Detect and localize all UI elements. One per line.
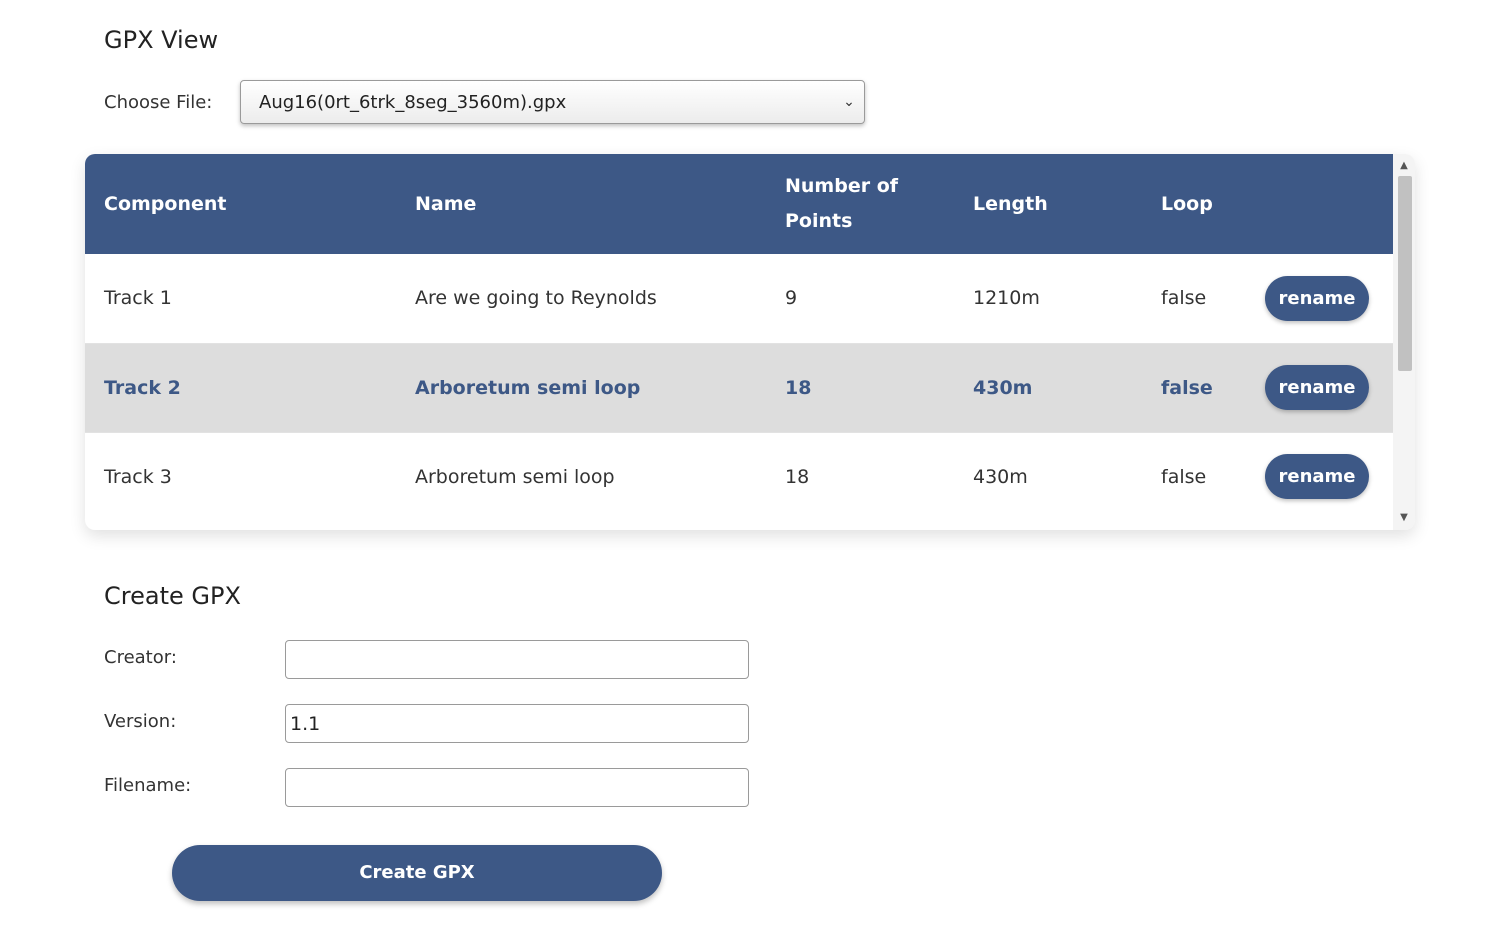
cell-points: 9 bbox=[785, 287, 798, 310]
rename-button[interactable]: rename bbox=[1265, 365, 1369, 410]
cell-component: Track 2 bbox=[104, 376, 181, 399]
selected-file-value: Aug16(0rt_6trk_8seg_3560m).gpx bbox=[259, 91, 567, 113]
header-length: Length bbox=[973, 192, 1048, 215]
rename-button[interactable]: rename bbox=[1265, 454, 1369, 499]
gpx-view-title: GPX View bbox=[104, 26, 219, 54]
filename-label: Filename: bbox=[104, 775, 192, 796]
header-loop: Loop bbox=[1161, 192, 1213, 215]
cell-name: Are we going to Reynolds bbox=[415, 287, 657, 310]
header-actions bbox=[1246, 154, 1393, 254]
cell-action: rename bbox=[1246, 343, 1393, 432]
rename-button[interactable]: rename bbox=[1265, 275, 1369, 321]
table-row[interactable]: Track 1 Are we going to Reynolds 9 1210m… bbox=[85, 254, 1393, 343]
cell-component: Track 3 bbox=[104, 465, 172, 488]
chevron-down-icon: ⌄ bbox=[843, 94, 855, 110]
cell-loop: false bbox=[1161, 376, 1213, 399]
header-points: Number of Points bbox=[766, 154, 954, 254]
scroll-thumb[interactable] bbox=[1398, 176, 1412, 371]
filename-input[interactable] bbox=[285, 768, 749, 807]
cell-length: 1210m bbox=[973, 287, 1040, 310]
header-component: Component bbox=[104, 192, 227, 215]
file-select[interactable]: Aug16(0rt_6trk_8seg_3560m).gpx ⌄ bbox=[240, 80, 865, 124]
create-gpx-button[interactable]: Create GPX bbox=[172, 845, 662, 901]
cell-points: 18 bbox=[785, 376, 812, 399]
cell-length: 430m bbox=[973, 465, 1028, 488]
cell-name: Arboretum semi loop bbox=[415, 465, 615, 488]
cell-loop: false bbox=[1161, 465, 1207, 488]
creator-input[interactable] bbox=[285, 640, 749, 679]
cell-action: rename bbox=[1246, 254, 1393, 343]
header-points-line1: Number of bbox=[785, 175, 899, 197]
cell-loop: false bbox=[1161, 287, 1207, 310]
components-table-panel: Component Name Number of Points Length Lo… bbox=[85, 154, 1415, 530]
cell-action: rename bbox=[1246, 432, 1393, 520]
cell-name: Arboretum semi loop bbox=[415, 376, 641, 399]
creator-label: Creator: bbox=[104, 647, 177, 668]
table-row[interactable]: Track 2 Arboretum semi loop 18 430m fals… bbox=[85, 343, 1393, 432]
components-table: Component Name Number of Points Length Lo… bbox=[85, 154, 1393, 520]
cell-length: 430m bbox=[973, 376, 1033, 399]
header-name: Name bbox=[415, 192, 477, 215]
table-row[interactable]: Track 3 Arboretum semi loop 18 430m fals… bbox=[85, 432, 1393, 520]
version-label: Version: bbox=[104, 711, 177, 732]
choose-file-label: Choose File: bbox=[104, 92, 213, 113]
header-points-line2: Points bbox=[785, 210, 853, 232]
table-scrollbar[interactable]: ▲ ▼ bbox=[1393, 154, 1415, 530]
table-header-row: Component Name Number of Points Length Lo… bbox=[85, 154, 1393, 254]
version-input[interactable] bbox=[285, 704, 749, 743]
cell-component: Track 1 bbox=[104, 287, 172, 310]
cell-points: 18 bbox=[785, 465, 810, 488]
scroll-up-arrow-icon[interactable]: ▲ bbox=[1393, 156, 1415, 176]
create-gpx-title: Create GPX bbox=[104, 582, 241, 610]
scroll-down-arrow-icon[interactable]: ▼ bbox=[1393, 508, 1415, 528]
